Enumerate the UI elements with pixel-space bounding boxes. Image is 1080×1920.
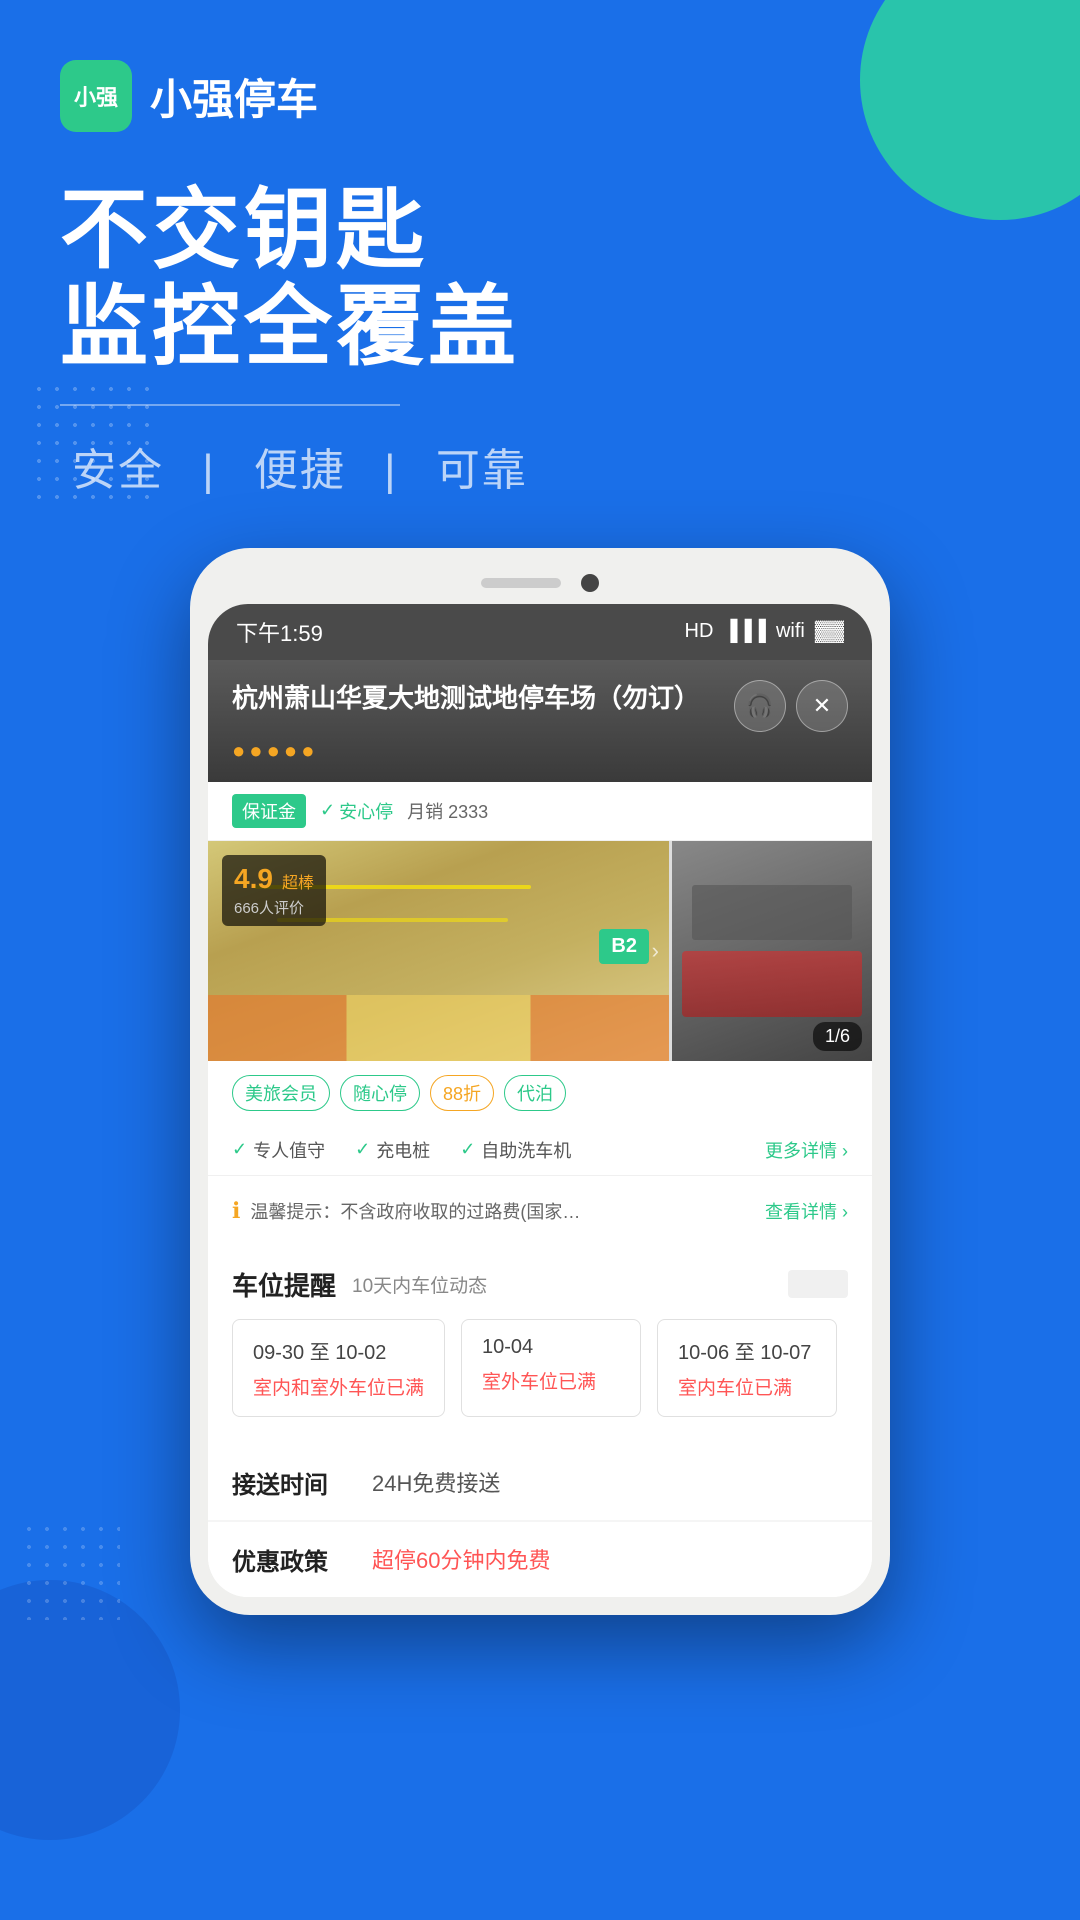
image-counter: 1/6 (813, 1022, 862, 1051)
amenity-guard: ✓ 专人值守 (232, 1137, 325, 1163)
close-icon: ✕ (813, 693, 831, 719)
rating-number: 4.9 (234, 863, 273, 894)
parking-header: 杭州萧山华夏大地测试地停车场（勿订） 🎧 ✕ ● ● ● ● (208, 660, 872, 782)
chevron-right-icon: › (652, 938, 659, 964)
avail-status-0: 室内和室外车位已满 (253, 1373, 424, 1400)
more-details-link[interactable]: 更多详情 › (765, 1137, 848, 1163)
feature-tag-discount: 88折 (430, 1075, 494, 1111)
parking-actions: 🎧 ✕ (734, 680, 848, 732)
hero-section: 不交钥匙 监控全覆盖 安全 | 便捷 | 可靠 (0, 152, 1080, 498)
rating-count: 666人评价 (234, 897, 314, 918)
phone-notch (208, 566, 872, 604)
phone-screen: 下午1:59 HD ▐▐▐ wifi ▓▓ 杭州萧山华夏大地测试地停车场（勿订）… (208, 604, 872, 1597)
avail-date-2: 10-06 至 10-07 (678, 1336, 816, 1365)
discount-row: 优惠政策 超停60分钟内免费 (208, 1521, 872, 1597)
hero-line2: 监控全覆盖 (60, 279, 1020, 376)
hero-divider (60, 404, 400, 406)
check-icon: ✓ (320, 800, 335, 821)
side-image[interactable]: 1/6 (672, 841, 872, 1061)
parking-title: 杭州萧山华夏大地测试地停车场（勿订） (232, 680, 722, 716)
headphone-button[interactable]: 🎧 (734, 680, 786, 732)
star-4: ● (284, 738, 297, 764)
avail-card-2: 10-06 至 10-07 室内车位已满 (657, 1319, 837, 1417)
availability-subtitle: 10天内车位动态 (352, 1271, 487, 1298)
monthly-sales: 月销 2333 (407, 798, 488, 824)
check-guard-icon: ✓ (232, 1139, 247, 1160)
main-image[interactable]: B2 4.9 超棒 666人评价 › (208, 841, 669, 1061)
hero-subtitle: 安全 | 便捷 | 可靠 (60, 434, 1020, 498)
rating-label: 超棒 (282, 875, 314, 892)
battery-icon: ▓▓ (815, 620, 844, 643)
wifi-icon: wifi (776, 620, 805, 643)
rating-badge: 4.9 超棒 666人评价 (222, 855, 326, 926)
close-button[interactable]: ✕ (796, 680, 848, 732)
star-1: ● (232, 738, 245, 764)
amenities-row: ✓ 专人值守 ✓ 充电桩 ✓ 自助洗车机 更多详情 › (208, 1125, 872, 1176)
tags-row: 保证金 ✓ 安心停 月销 2333 (208, 782, 872, 841)
app-header: 小强 小强停车 (0, 0, 1080, 152)
check-charger-icon: ✓ (355, 1139, 370, 1160)
notice-icon: ℹ (232, 1198, 240, 1224)
star-5: ● (301, 738, 314, 764)
availability-grid: 09-30 至 10-02 室内和室外车位已满 10-04 室外车位已满 10-… (232, 1319, 848, 1417)
avail-card-0: 09-30 至 10-02 室内和室外车位已满 (232, 1319, 445, 1417)
discount-label: 优惠政策 (232, 1542, 372, 1577)
status-icons: HD ▐▐▐ wifi ▓▓ (685, 620, 844, 643)
feature-tag-casual: 随心停 (340, 1075, 420, 1111)
images-section: B2 4.9 超棒 666人评价 › 1/6 (208, 841, 872, 1061)
feature-tag-valet: 代泊 (504, 1075, 566, 1111)
avail-status-1: 室外车位已满 (482, 1367, 620, 1394)
amenity-carwash: ✓ 自助洗车机 (460, 1137, 571, 1163)
transfer-time-label: 接送时间 (232, 1465, 372, 1500)
status-bar: 下午1:59 HD ▐▐▐ wifi ▓▓ (208, 604, 872, 660)
stars-row: ● ● ● ● ● (232, 738, 848, 764)
hd-icon: HD (685, 620, 714, 643)
avail-date-0: 09-30 至 10-02 (253, 1336, 424, 1365)
discount-value: 超停60分钟内免费 (372, 1543, 550, 1575)
availability-section: 车位提醒 10天内车位动态 09-30 至 10-02 室内和室外车位已满 10… (208, 1246, 872, 1437)
check-carwash-icon: ✓ (460, 1139, 475, 1160)
phone-outer: 下午1:59 HD ▐▐▐ wifi ▓▓ 杭州萧山华夏大地测试地停车场（勿订）… (190, 548, 890, 1615)
notice-row: ℹ 温馨提示：不含政府收取的过路费(国家… 查看详情 › (208, 1184, 872, 1238)
availability-title-row: 车位提醒 10天内车位动态 (232, 1266, 848, 1303)
app-name: 小强停车 (150, 66, 318, 127)
phone-camera (581, 574, 599, 592)
notice-text: 温馨提示：不含政府收取的过路费(国家… (250, 1198, 755, 1224)
hero-line1: 不交钥匙 (60, 182, 1020, 279)
parking-title-row: 杭州萧山华夏大地测试地停车场（勿订） 🎧 ✕ (232, 680, 848, 732)
phone-mockup: 下午1:59 HD ▐▐▐ wifi ▓▓ 杭州萧山华夏大地测试地停车场（勿订）… (0, 548, 1080, 1615)
signal-icon: ▐▐▐ (723, 620, 766, 643)
headphone-icon: 🎧 (746, 693, 773, 719)
app-logo: 小强 (60, 60, 132, 132)
notice-link[interactable]: 查看详情 › (765, 1198, 848, 1224)
star-3: ● (267, 738, 280, 764)
phone-speaker (481, 578, 561, 588)
guarantee-badge: 保证金 (232, 794, 306, 828)
avail-card-1: 10-04 室外车位已满 (461, 1319, 641, 1417)
availability-title: 车位提醒 (232, 1266, 336, 1303)
feature-tag-vip: 美旅会员 (232, 1075, 330, 1111)
feature-tags: 美旅会员 随心停 88折 代泊 (208, 1061, 872, 1125)
avail-status-2: 室内车位已满 (678, 1373, 816, 1400)
amenity-charger: ✓ 充电桩 (355, 1137, 430, 1163)
avail-date-1: 10-04 (482, 1336, 620, 1359)
safe-badge: ✓ 安心停 (320, 798, 393, 824)
star-2: ● (249, 738, 262, 764)
transfer-time-value: 24H免费接送 (372, 1466, 500, 1498)
transfer-time-row: 接送时间 24H免费接送 (208, 1445, 872, 1521)
status-time: 下午1:59 (236, 616, 323, 648)
